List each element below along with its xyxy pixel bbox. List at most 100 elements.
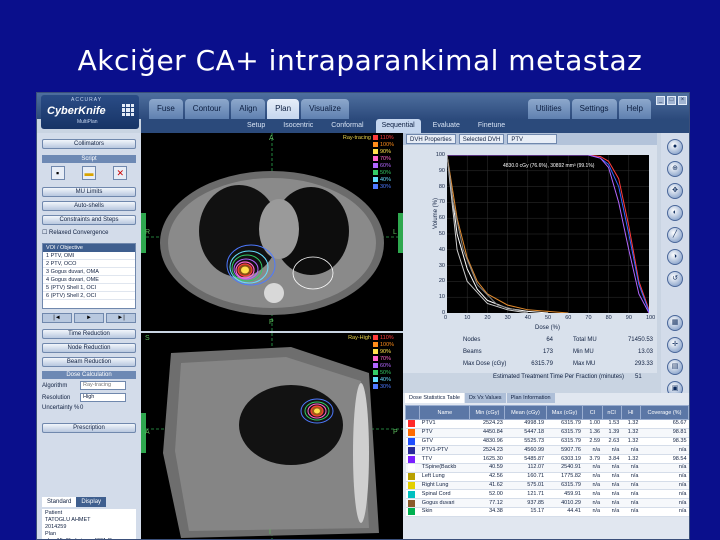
voi-nav: |◄ ► ►| — [42, 313, 136, 323]
voi-row[interactable]: 3 Gogus duvari, OMA — [43, 268, 135, 276]
stats-tab[interactable]: Dose Statistics Table — [405, 393, 464, 403]
voi-row[interactable]: 6 (PTV) Shell 2, OCI — [43, 292, 135, 300]
measure-icon[interactable]: ╱ — [667, 227, 683, 243]
voi-row[interactable]: 4 Gogus duvari, OME — [43, 276, 135, 284]
reset-icon[interactable]: ↺ — [667, 271, 683, 287]
axial-label-anterior: A — [269, 135, 274, 142]
tab-visualize[interactable]: Visualize — [301, 99, 349, 119]
stats-row[interactable]: GTV 4830.96 5525.73 6315.79 2.59 2.63 1.32 98.3… — [405, 437, 689, 447]
next-icon[interactable]: ► — [74, 313, 104, 323]
tab-utilities[interactable]: Utilities — [527, 99, 570, 119]
dvh-properties-button[interactable]: DVH Properties — [406, 134, 456, 144]
collimators-button[interactable]: Collimators — [42, 139, 136, 149]
save-icon[interactable]: ▪ — [50, 166, 65, 180]
stats-row[interactable]: Skin 34.38 15.17 44.41 n/a n/a n/a n/a — [405, 507, 689, 517]
folder-icon[interactable]: ▬ — [81, 166, 96, 180]
tab-display[interactable]: Display — [76, 497, 107, 507]
script-header: Script — [42, 155, 136, 163]
stats-cell-max: 4010.29 — [546, 498, 583, 508]
subtab-sequential[interactable]: Sequential — [375, 119, 421, 133]
axial-label-posterior: P — [269, 319, 274, 326]
dvh-panel: DVH Properties Selected DVH PTV 4830.0 c… — [403, 133, 657, 383]
subtab-setup[interactable]: Setup — [241, 119, 271, 133]
stats-cell-nci: n/a — [602, 507, 622, 517]
stats-tab[interactable]: Dx Vx Values — [464, 393, 506, 403]
tab-align[interactable]: Align — [231, 99, 266, 119]
grid-icon[interactable]: ▤ — [667, 359, 683, 375]
tab-help[interactable]: Help — [618, 99, 651, 119]
stats-cell-nci: n/a — [602, 498, 622, 508]
algorithm-select[interactable]: Ray-tracing — [80, 381, 126, 390]
close-icon[interactable]: × — [678, 96, 687, 105]
isodose-legend-item: 40% — [373, 377, 401, 384]
isodose-legend-item: 40% — [373, 177, 401, 184]
tab-contour[interactable]: Contour — [184, 99, 230, 119]
maxdose-value: 6315.79 — [531, 361, 553, 367]
stats-cell-ci: n/a — [582, 498, 603, 508]
pan-icon[interactable]: ✥ — [667, 183, 683, 199]
stats-row[interactable]: PTV1 2524.23 4998.19 6315.79 1.00 1.53 1.32 65.… — [405, 419, 689, 429]
stats-cell-ci: n/a — [582, 489, 603, 500]
subtab-isocentric[interactable]: Isocentric — [277, 119, 319, 133]
auto-shells-button[interactable]: Auto-shells — [42, 201, 136, 211]
contrast-icon[interactable]: ◑ — [667, 249, 683, 265]
stats-row[interactable]: Gogus duvari 77.12 937.85 4010.29 n/a n/a n/a n… — [405, 498, 689, 508]
relaxed-convergence-checkbox[interactable]: ☐ Relaxed Convergence — [42, 229, 108, 236]
voi-row[interactable]: 5 (PTV) Shell 1, OCI — [43, 284, 135, 292]
stats-row[interactable]: TTV 1625.30 5485.87 6303.19 3.79 3.84 1.32 98.5… — [405, 454, 689, 464]
stats-cell-min: 4450.84 — [469, 428, 505, 438]
beam-reduction-button[interactable]: Beam Reduction — [42, 357, 136, 367]
stats-row[interactable]: PTV 4450.84 5447.18 6315.79 1.36 1.39 1.32 98.8… — [405, 428, 689, 438]
dvh-ytick: 90 — [438, 167, 445, 174]
stats-cell-cov: n/a — [640, 481, 689, 491]
sagittal-ct-view[interactable]: S A P I 110% 100% 90% 70% 60% 50% 40% 30% Ray-H… — [141, 333, 403, 539]
crosshair-icon[interactable]: ✛ — [667, 337, 683, 353]
isodose-legend-item: 50% — [373, 170, 401, 177]
tab-plan[interactable]: Plan — [267, 99, 300, 119]
delete-icon[interactable]: ✕ — [113, 166, 128, 180]
axial-ct-view[interactable]: A R L P 110% 100% 90% 70% 60% 50% 40% 30% Ray-t… — [141, 133, 403, 331]
voi-row[interactable]: 2 PTV, OCO — [43, 260, 135, 268]
dose-statistics-panel: Dose Statistics Table Dx Vx Values Plan In… — [403, 393, 689, 539]
selected-dvh-select[interactable]: PTV — [507, 134, 558, 144]
zoom-icon[interactable]: ⊕ — [667, 161, 683, 177]
reset-view-icon[interactable]: ● — [667, 139, 683, 155]
swatch-fill — [407, 490, 415, 498]
subtab-evaluate[interactable]: Evaluate — [427, 119, 466, 133]
isodose-legend-item: 60% — [373, 163, 401, 170]
constraints-button[interactable]: Constraints and Steps — [42, 215, 136, 225]
prescription-button[interactable]: Prescription — [42, 423, 136, 433]
node-reduction-button[interactable]: Node Reduction — [42, 343, 136, 353]
resolution-select[interactable]: High — [80, 393, 126, 402]
tab-settings[interactable]: Settings — [571, 99, 617, 119]
last-icon[interactable]: ►| — [106, 313, 136, 323]
stats-cell-name: PTV1 — [419, 419, 470, 429]
sag-label-anterior: A — [145, 429, 150, 436]
structure-color-swatch — [405, 445, 420, 456]
stats-row[interactable]: Right Lung 41.62 575.01 6315.79 n/a n/a n/a n/a — [405, 481, 689, 491]
stats-tab[interactable]: Plan Information — [506, 393, 555, 403]
window-level-icon[interactable]: ◐ — [667, 205, 683, 221]
tab-standard[interactable]: Standard — [42, 497, 77, 507]
stats-row[interactable]: Left Lung 42.56 160.71 1775.82 n/a n/a n/a n/a — [405, 472, 689, 482]
stats-row[interactable]: Spinal Cord 52.00 121.71 459.91 n/a n/a n/a n/a — [405, 489, 689, 500]
stats-row[interactable]: PTV1-PTV 2524.23 4560.99 5907.76 n/a n/a n/a n/… — [405, 445, 689, 456]
voi-row[interactable]: 1 PTV, OMI — [43, 252, 135, 260]
sag-label-inferior: I — [269, 529, 271, 536]
mu-limits-button[interactable]: MU Limits — [42, 187, 136, 197]
stats-cell-max: 44.41 — [546, 507, 583, 517]
isodose-legend-item: 100% — [373, 142, 401, 149]
minimize-icon[interactable]: _ — [656, 96, 665, 105]
layout-icon[interactable]: ▦ — [667, 315, 683, 331]
stats-cell-max: 6315.79 — [546, 437, 583, 447]
time-reduction-button[interactable]: Time Reduction — [42, 329, 136, 339]
subtab-finetune[interactable]: Finetune — [472, 119, 511, 133]
subtab-conformal[interactable]: Conformal — [325, 119, 369, 133]
maximize-icon[interactable]: □ — [667, 96, 676, 105]
tab-fuse[interactable]: Fuse — [149, 99, 183, 119]
stats-row[interactable]: TSpine(Backb 40.59 112.07 2540.91 n/a n/a n/a n… — [405, 463, 689, 473]
first-icon[interactable]: |◄ — [42, 313, 72, 323]
stats-cell-ci: 1.36 — [582, 428, 603, 438]
isodose-label: 40% — [380, 377, 392, 383]
stats-cell-min: 41.62 — [469, 481, 505, 491]
